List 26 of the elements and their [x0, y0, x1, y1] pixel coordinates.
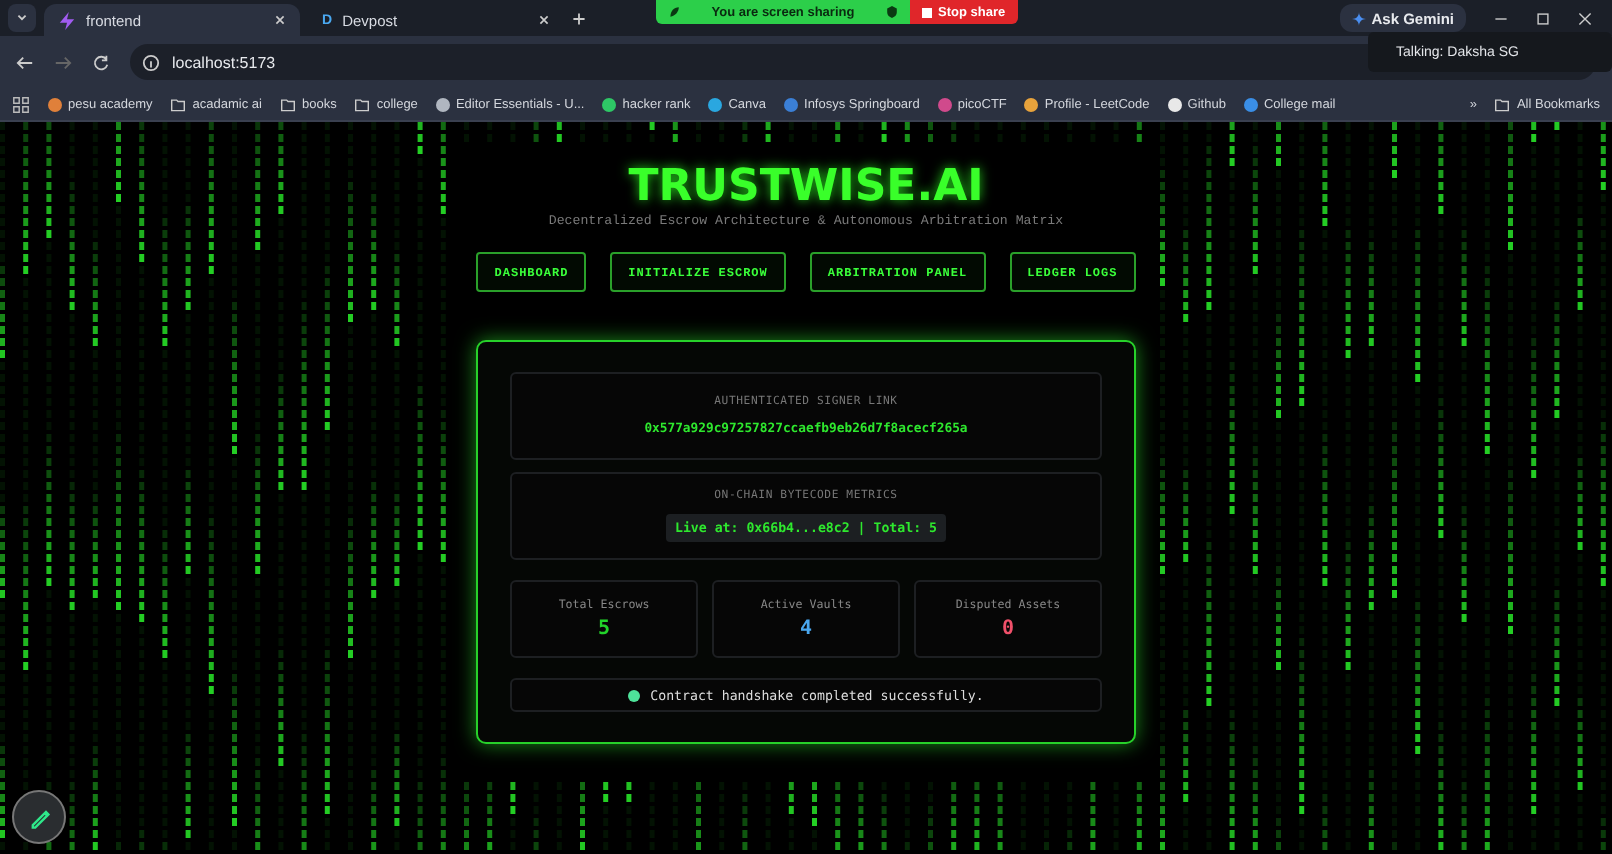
chevron-down-icon — [16, 12, 28, 24]
edit-button[interactable] — [12, 790, 66, 844]
back-arrow-icon — [16, 53, 34, 71]
folder-icon — [1494, 97, 1511, 111]
forward-arrow-icon — [54, 53, 72, 71]
folder-icon — [279, 97, 296, 111]
close-icon — [1578, 11, 1592, 25]
folder-icon — [354, 97, 371, 111]
close-icon — [274, 14, 286, 26]
pencil-icon — [27, 805, 51, 829]
shield-icon — [885, 6, 898, 18]
reload-icon — [92, 53, 110, 71]
stat-value: 0 — [1001, 617, 1015, 639]
close-icon — [538, 14, 550, 26]
sparkle-icon — [1351, 11, 1366, 25]
stat-value: 4 — [799, 617, 813, 639]
stat-value: 5 — [597, 617, 611, 639]
apps-grid-icon — [12, 95, 30, 113]
leaf-icon — [668, 6, 680, 18]
info-icon — [142, 53, 160, 71]
folder-icon — [170, 97, 187, 111]
restore-icon — [1536, 11, 1550, 25]
lightning-logo-icon — [58, 11, 76, 29]
plus-icon — [572, 11, 586, 25]
tab-search-button[interactable] — [8, 4, 36, 32]
square-icon — [922, 7, 932, 17]
